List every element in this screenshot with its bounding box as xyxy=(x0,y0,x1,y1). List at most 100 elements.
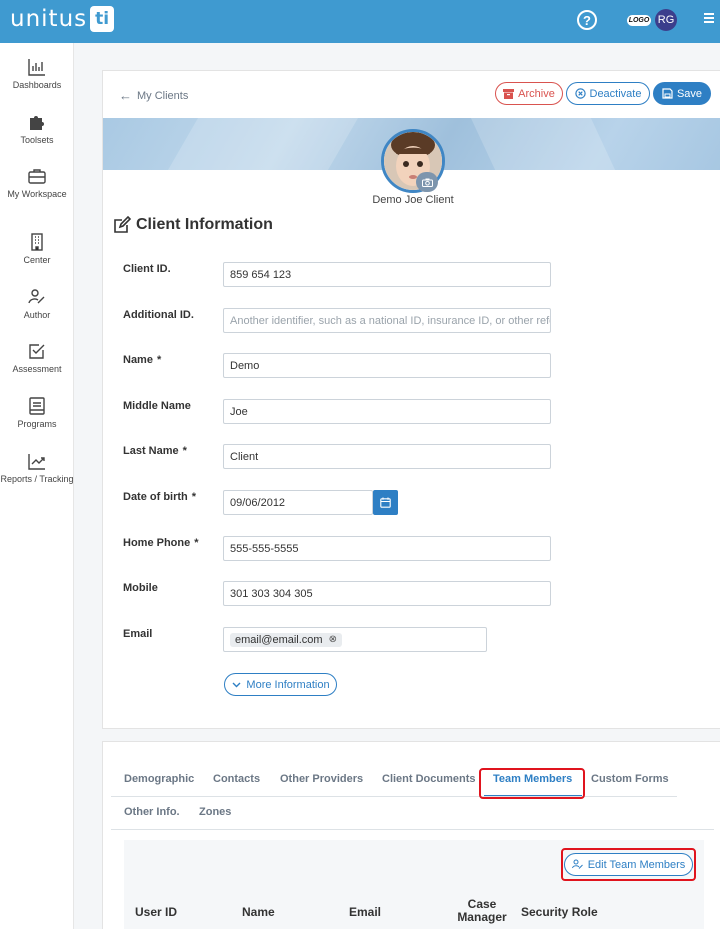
required-marker: * xyxy=(194,537,199,549)
middle-name-row: Middle Name Joe xyxy=(123,399,553,425)
additional-id-input[interactable]: Another identifier, such as a national I… xyxy=(223,308,551,333)
sidebar-item-label: Assessment xyxy=(12,364,62,374)
tab-demographic[interactable]: Demographic xyxy=(124,773,194,785)
additional-id-row: Additional ID. Another identifier, such … xyxy=(123,308,553,334)
last-name-row: Last Name * Client xyxy=(123,444,553,470)
back-link-label: My Clients xyxy=(137,89,189,102)
home-phone-input[interactable]: 555-555-5555 xyxy=(223,536,551,561)
details-tabs-card: Demographic Contacts Other Providers Cli… xyxy=(102,741,720,929)
floppy-disk-icon xyxy=(662,88,673,99)
tab-other-providers[interactable]: Other Providers xyxy=(280,773,363,785)
sidebar-item-label: Dashboards xyxy=(12,80,62,90)
sidebar-item-toolsets[interactable]: Toolsets xyxy=(0,112,74,145)
chevron-down-icon xyxy=(232,682,241,688)
mobile-input[interactable]: 301 303 304 305 xyxy=(223,581,551,606)
middle-name-label: Middle Name xyxy=(123,400,191,412)
column-header-email: Email xyxy=(349,905,382,919)
home-phone-label: Home Phone * xyxy=(123,537,199,549)
menu-icon[interactable] xyxy=(704,13,714,23)
tab-divider xyxy=(111,796,677,797)
dob-input[interactable]: 09/06/2012 xyxy=(223,490,373,515)
brand-mark-icon: ti xyxy=(90,6,115,32)
help-icon[interactable]: ? xyxy=(577,10,597,30)
client-id-label: Client ID. xyxy=(123,263,171,275)
brand-name: unitus xyxy=(10,6,88,32)
bar-chart-icon xyxy=(28,59,45,76)
deactivate-button[interactable]: Deactivate xyxy=(566,82,650,105)
org-logo[interactable]: LOGO xyxy=(627,15,651,26)
tab-custom-forms[interactable]: Custom Forms xyxy=(591,773,669,785)
book-icon xyxy=(29,397,45,415)
mobile-label: Mobile xyxy=(123,582,158,594)
more-information-button[interactable]: More Information xyxy=(224,673,337,696)
column-header-security-role: Security Role xyxy=(521,905,598,919)
chip-remove-icon[interactable]: ⊗ xyxy=(329,634,337,645)
deactivate-label: Deactivate xyxy=(589,87,642,100)
archive-label: Archive xyxy=(518,87,555,100)
client-display-name: Demo Joe Client xyxy=(372,194,454,206)
last-name-input[interactable]: Client xyxy=(223,444,551,469)
dob-row: Date of birth * 09/06/2012 xyxy=(123,490,553,516)
sidebar-item-assessment[interactable]: Assessment xyxy=(0,341,74,374)
checkbox-icon xyxy=(29,344,45,359)
home-phone-row: Home Phone * 555-555-5555 xyxy=(123,536,553,562)
column-header-case-manager: Case Manager xyxy=(457,897,507,924)
sidebar-item-center[interactable]: Center xyxy=(0,232,74,265)
sidebar-item-programs[interactable]: Programs xyxy=(0,396,74,429)
required-marker: * xyxy=(182,445,187,457)
last-name-label: Last Name * xyxy=(123,445,187,457)
highlight-box-tab xyxy=(479,768,585,799)
edit-pencil-icon xyxy=(114,216,131,233)
required-marker: * xyxy=(191,491,197,503)
tab-contacts[interactable]: Contacts xyxy=(213,773,260,785)
camera-icon[interactable] xyxy=(416,172,438,192)
sidebar-item-reports-tracking[interactable]: Reports / Tracking xyxy=(0,451,74,484)
sidebar-item-label: Reports / Tracking xyxy=(0,474,74,484)
tab-zones[interactable]: Zones xyxy=(199,806,231,818)
column-header-name: Name xyxy=(242,905,275,919)
top-bar: unitus ti ? LOGO RG xyxy=(0,0,720,43)
email-row: Email email@email.com ⊗ xyxy=(123,627,553,653)
circle-x-icon xyxy=(574,88,586,99)
client-id-row: Client ID. 859 654 123 xyxy=(123,262,553,288)
middle-name-input[interactable]: Joe xyxy=(223,399,551,424)
back-to-clients-link[interactable]: ← My Clients xyxy=(119,88,188,103)
tab-other-info[interactable]: Other Info. xyxy=(124,806,180,818)
name-label: Name * xyxy=(123,354,162,366)
briefcase-icon xyxy=(28,169,46,184)
sidebar-item-author[interactable]: Author xyxy=(0,287,74,320)
trending-icon xyxy=(28,454,45,470)
column-header-user-id: User ID xyxy=(135,905,178,919)
section-title: Client Information xyxy=(113,216,273,234)
email-chip: email@email.com ⊗ xyxy=(230,632,342,647)
email-chip-text: email@email.com xyxy=(235,633,323,646)
save-label: Save xyxy=(676,87,703,100)
sidebar-item-label: My Workspace xyxy=(7,189,67,199)
sidebar: Dashboards Toolsets My Workspace Center … xyxy=(0,43,74,929)
building-icon xyxy=(31,233,43,251)
sidebar-item-label: Center xyxy=(23,255,51,265)
save-button[interactable]: Save xyxy=(653,82,711,105)
required-marker: * xyxy=(156,354,162,366)
tab-divider xyxy=(111,829,714,830)
brand-logo[interactable]: unitus ti xyxy=(10,6,115,32)
sidebar-item-my-workspace[interactable]: My Workspace xyxy=(0,166,74,199)
archive-box-icon xyxy=(503,88,515,99)
arrow-left-icon: ← xyxy=(119,88,132,103)
sidebar-item-label: Author xyxy=(23,310,51,320)
client-card: ← My Clients Archive Deactivate Save Dem… xyxy=(102,70,720,729)
puzzle-icon xyxy=(30,116,44,130)
additional-id-label: Additional ID. xyxy=(123,309,194,321)
name-input[interactable]: Demo xyxy=(223,353,551,378)
sidebar-item-dashboards[interactable]: Dashboards xyxy=(0,57,74,90)
sidebar-item-label: Toolsets xyxy=(20,135,54,145)
calendar-icon[interactable] xyxy=(373,490,398,515)
user-avatar[interactable]: RG xyxy=(655,9,677,31)
name-row: Name * Demo xyxy=(123,353,553,379)
more-information-label: More Information xyxy=(246,678,330,691)
email-input[interactable]: email@email.com ⊗ xyxy=(223,627,487,652)
email-label: Email xyxy=(123,628,153,640)
tab-client-documents[interactable]: Client Documents xyxy=(382,773,476,785)
archive-button[interactable]: Archive xyxy=(495,82,563,105)
client-id-input[interactable]: 859 654 123 xyxy=(223,262,551,287)
